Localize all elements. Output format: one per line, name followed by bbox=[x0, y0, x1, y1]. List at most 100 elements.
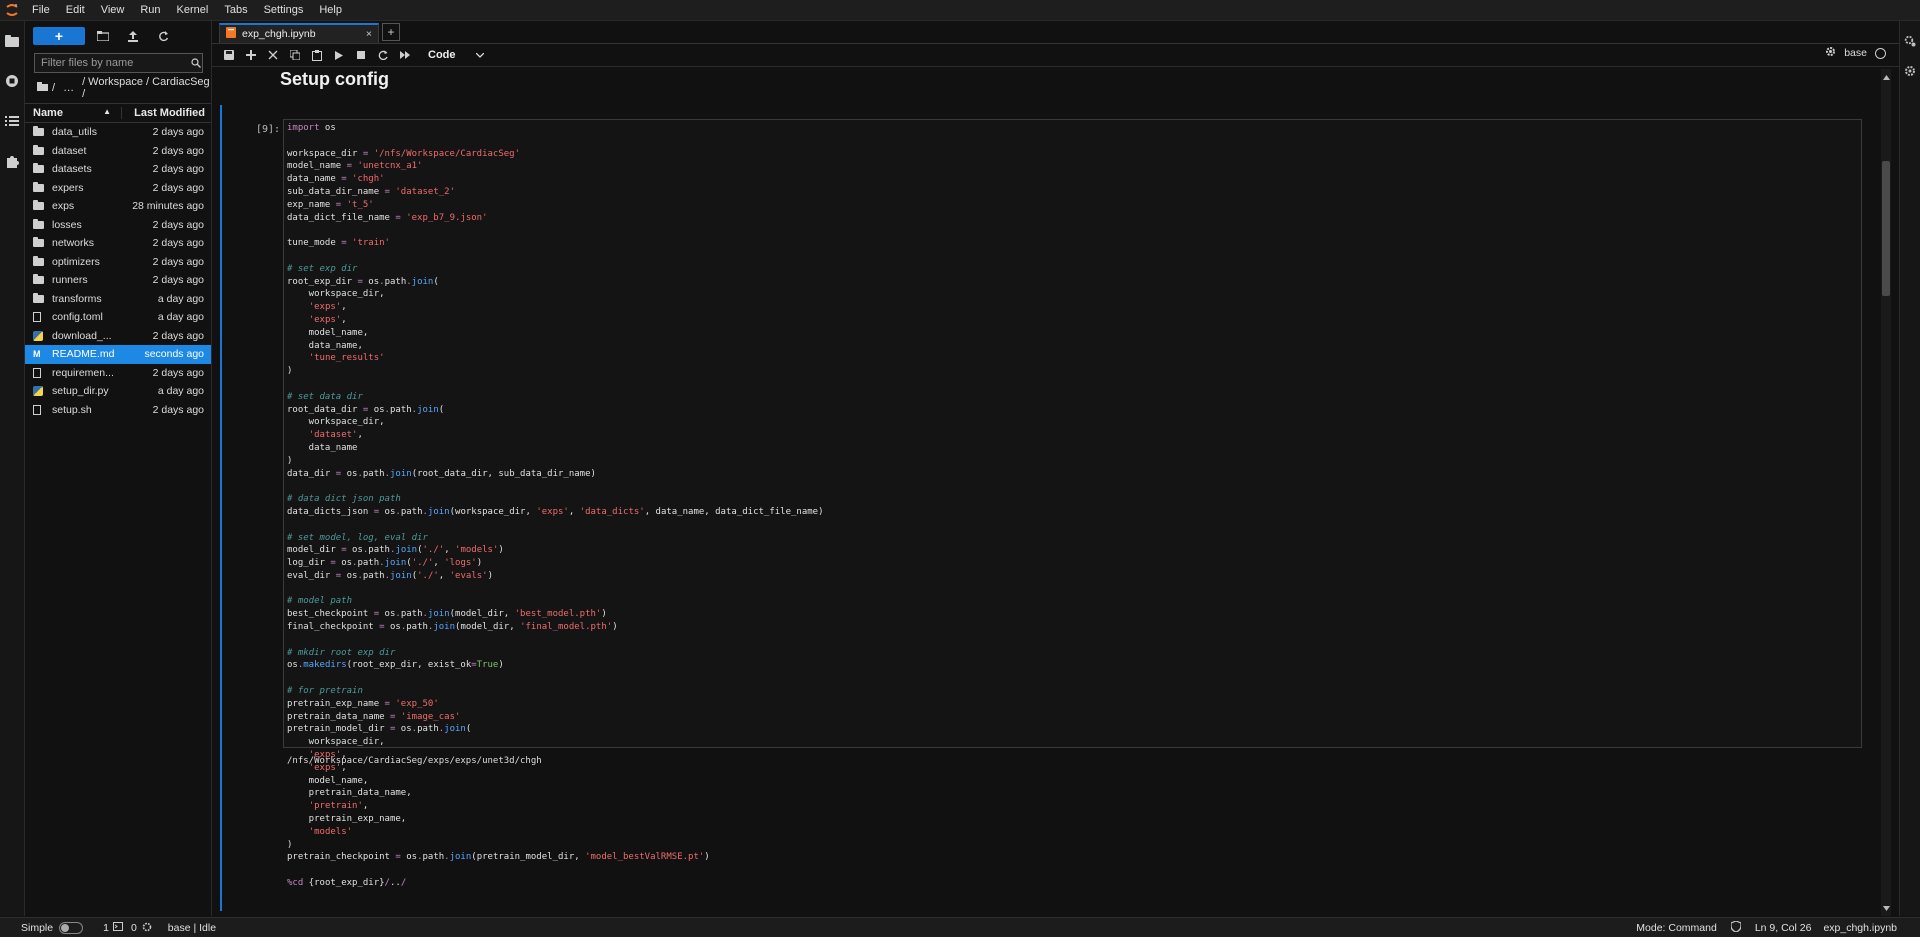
insert-cell-icon[interactable] bbox=[242, 46, 260, 64]
code-cell[interactable]: [9]: import os workspace_dir = '/nfs/Wor… bbox=[220, 105, 1878, 911]
code-line: pretrain_exp_name = 'exp_50' bbox=[287, 698, 439, 709]
table-of-contents-icon[interactable] bbox=[0, 101, 24, 141]
scroll-thumb[interactable] bbox=[1882, 161, 1890, 296]
code-line: root_data_dir = os.path.join( bbox=[287, 404, 445, 415]
stop-icon[interactable] bbox=[352, 46, 370, 64]
file-modified: 28 minutes ago bbox=[132, 200, 204, 213]
scroll-up-icon[interactable] bbox=[1883, 71, 1890, 83]
tab-close-icon[interactable]: × bbox=[366, 28, 372, 40]
column-name-header[interactable]: Name ▲ bbox=[25, 107, 122, 119]
file-row[interactable]: config.toml a day ago bbox=[25, 308, 211, 327]
file-row[interactable]: runners 2 days ago bbox=[25, 271, 211, 290]
upload-icon[interactable] bbox=[121, 27, 145, 45]
fast-forward-icon[interactable] bbox=[396, 46, 414, 64]
run-icon[interactable] bbox=[330, 46, 348, 64]
notebook-panel[interactable]: Setup config [9]: import os workspace_di… bbox=[212, 69, 1899, 916]
menu-file[interactable]: File bbox=[24, 0, 58, 20]
home-folder-icon[interactable] bbox=[37, 82, 48, 94]
column-modified-header[interactable]: Last Modified bbox=[122, 107, 211, 119]
file-modified: 2 days ago bbox=[152, 403, 204, 416]
code-line: data_name, bbox=[287, 340, 363, 351]
terminal-count[interactable]: 1 bbox=[103, 922, 109, 934]
file-modified: 2 days ago bbox=[152, 163, 204, 176]
main-area: exp_chgh.ipynb × + Code base Setup confi… bbox=[212, 21, 1899, 916]
file-row[interactable]: expers 2 days ago bbox=[25, 179, 211, 198]
new-tab-button[interactable]: + bbox=[382, 23, 400, 41]
menu-view[interactable]: View bbox=[93, 0, 133, 20]
kernel-count[interactable]: 0 bbox=[131, 922, 137, 934]
debugger-gear-icon[interactable] bbox=[1900, 61, 1920, 81]
scroll-down-icon[interactable] bbox=[1883, 902, 1890, 914]
folder-icon bbox=[33, 126, 47, 137]
cell-type-select[interactable]: Code bbox=[428, 49, 484, 61]
new-folder-icon[interactable] bbox=[91, 27, 115, 45]
gear-icon[interactable] bbox=[1825, 46, 1836, 60]
code-line: model_dir = os.path.join('./', 'models') bbox=[287, 545, 504, 556]
menu-tabs[interactable]: Tabs bbox=[216, 0, 255, 20]
notification-shield-icon[interactable] bbox=[1730, 920, 1742, 935]
file-row[interactable]: dataset 2 days ago bbox=[25, 142, 211, 161]
search-icon bbox=[189, 58, 202, 68]
property-inspector-icon[interactable] bbox=[1900, 21, 1920, 61]
file-name: losses bbox=[52, 218, 82, 231]
file-row[interactable]: requiremen... 2 days ago bbox=[25, 364, 211, 383]
refresh-icon[interactable] bbox=[151, 27, 175, 45]
notebook-scrollbar[interactable] bbox=[1881, 69, 1891, 916]
file-row[interactable]: M README.md seconds ago bbox=[25, 345, 211, 364]
file-name: setup.sh bbox=[52, 403, 92, 416]
cursor-position[interactable]: Ln 9, Col 26 bbox=[1755, 922, 1812, 934]
cell-prompt: [9]: bbox=[256, 124, 281, 135]
code-line: workspace_dir = '/nfs/Workspace/CardiacS… bbox=[287, 148, 521, 159]
markdown-heading[interactable]: Setup config bbox=[280, 69, 389, 90]
jupyter-logo-icon[interactable] bbox=[0, 0, 24, 20]
folder-icon[interactable] bbox=[0, 21, 24, 61]
save-icon[interactable] bbox=[220, 46, 238, 64]
simple-mode-toggle[interactable] bbox=[59, 922, 84, 934]
breadcrumb-path[interactable]: / Workspace / CardiacSeg / bbox=[82, 76, 211, 100]
extension-puzzle-icon[interactable] bbox=[0, 141, 24, 181]
tab-notebook[interactable]: exp_chgh.ipynb × bbox=[219, 23, 379, 43]
file-row[interactable]: transforms a day ago bbox=[25, 290, 211, 309]
kernel-status-text[interactable]: base | Idle bbox=[168, 922, 216, 934]
search-input[interactable] bbox=[35, 57, 189, 69]
copy-icon[interactable] bbox=[286, 46, 304, 64]
folder-icon bbox=[33, 218, 47, 229]
paste-icon[interactable] bbox=[308, 46, 326, 64]
menu-kernel[interactable]: Kernel bbox=[169, 0, 217, 20]
restart-icon[interactable] bbox=[374, 46, 392, 64]
file-row[interactable]: data_utils 2 days ago bbox=[25, 123, 211, 142]
file-name: download_... bbox=[52, 329, 112, 342]
file-row[interactable]: networks 2 days ago bbox=[25, 234, 211, 253]
running-sessions-icon[interactable] bbox=[0, 61, 24, 101]
left-activity-bar bbox=[0, 21, 25, 916]
menu-edit[interactable]: Edit bbox=[58, 0, 93, 20]
code-editor[interactable]: import os workspace_dir = '/nfs/Workspac… bbox=[283, 119, 1862, 888]
code-line: pretrain_data_name = 'image_cas' bbox=[287, 711, 461, 722]
file-row[interactable]: losses 2 days ago bbox=[25, 216, 211, 235]
file-row[interactable]: exps 28 minutes ago bbox=[25, 197, 211, 216]
menu-run[interactable]: Run bbox=[132, 0, 168, 20]
file-row[interactable]: download_... 2 days ago bbox=[25, 327, 211, 346]
file-row[interactable]: optimizers 2 days ago bbox=[25, 253, 211, 272]
breadcrumb-ellipsis[interactable]: … bbox=[63, 82, 74, 94]
kernel-name[interactable]: base bbox=[1844, 47, 1867, 59]
file-row[interactable]: setup_dir.py a day ago bbox=[25, 382, 211, 401]
new-launcher-button[interactable]: + bbox=[33, 27, 85, 45]
file-modified: 2 days ago bbox=[152, 366, 204, 379]
code-line: ) bbox=[287, 839, 293, 850]
file-row[interactable]: datasets 2 days ago bbox=[25, 160, 211, 179]
file-row[interactable]: setup.sh 2 days ago bbox=[25, 401, 211, 420]
breadcrumb-root[interactable]: / bbox=[52, 82, 55, 94]
menu-help[interactable]: Help bbox=[311, 0, 350, 20]
file-modified: 2 days ago bbox=[152, 329, 204, 342]
cut-icon[interactable] bbox=[264, 46, 282, 64]
folder-icon bbox=[33, 144, 47, 155]
menu-settings[interactable]: Settings bbox=[256, 0, 312, 20]
file-name: datasets bbox=[52, 163, 92, 176]
folder-icon bbox=[33, 200, 47, 211]
folder-icon bbox=[33, 237, 47, 248]
markdown-file-icon: M bbox=[33, 349, 41, 360]
code-line: 'models' bbox=[308, 826, 353, 837]
